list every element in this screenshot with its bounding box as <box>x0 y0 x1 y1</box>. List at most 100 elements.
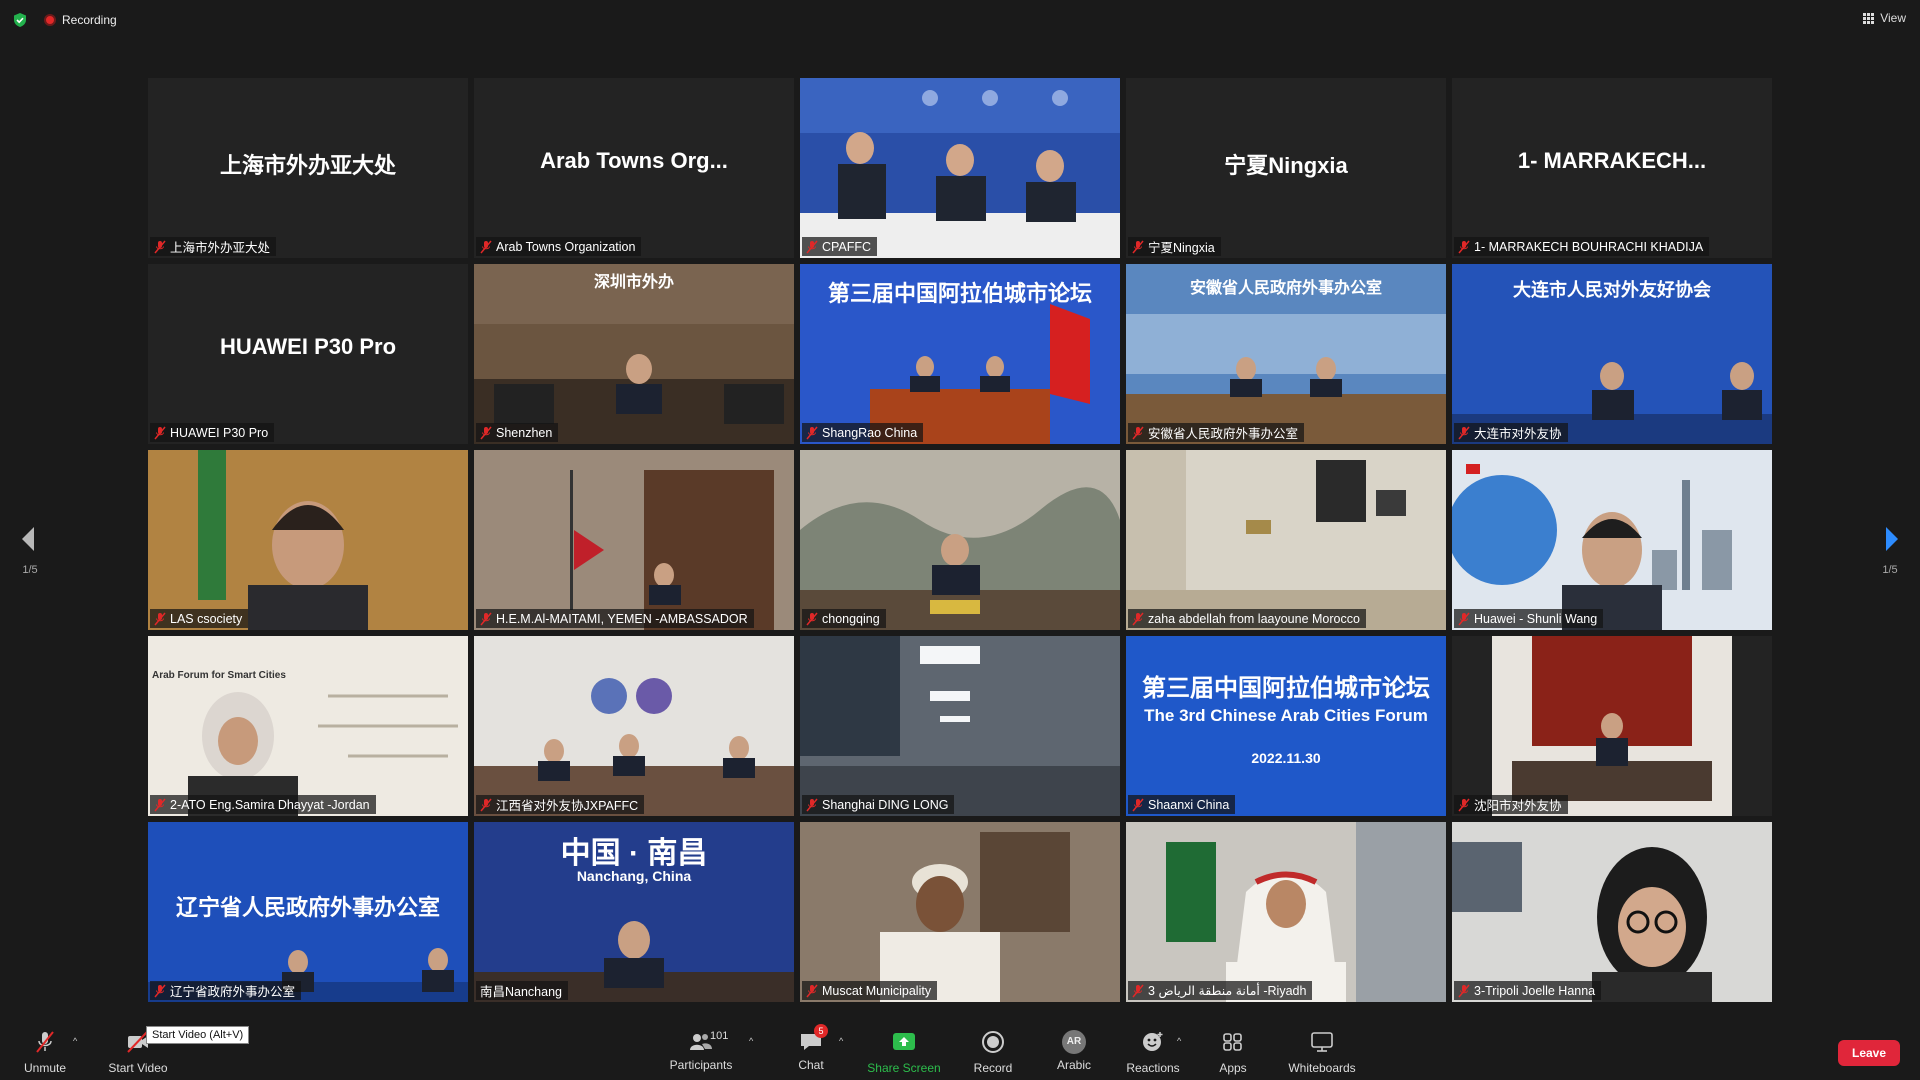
chat-options-caret-icon[interactable]: ^ <box>839 1036 843 1046</box>
participant-name: Shaanxi China <box>1148 797 1230 812</box>
video-banner-text: 深圳市外办 <box>593 274 674 291</box>
participant-label: H.E.M.Al-MAITAMI, YEMEN -AMBASSADOR <box>476 609 754 628</box>
smiley-reaction-icon <box>1143 1032 1163 1051</box>
next-page-arrow-icon[interactable] <box>1882 524 1902 554</box>
muted-mic-icon <box>1132 984 1144 997</box>
video-tile[interactable]: Arab Towns Org... Arab Towns Organizatio… <box>474 78 794 258</box>
video-feed-person <box>800 822 1120 1002</box>
participant-name: 安徽省人民政府外事办公室 <box>1148 427 1299 441</box>
recording-indicator[interactable]: Recording <box>44 12 117 28</box>
video-feed-office <box>474 450 794 630</box>
record-button[interactable]: Record <box>953 1030 1033 1075</box>
participant-label: 宁夏Ningxia <box>1128 237 1221 256</box>
apps-button[interactable]: Apps <box>1193 1030 1273 1075</box>
video-tile[interactable]: Shanghai DING LONG <box>800 636 1120 816</box>
video-feed-person-with-flag <box>1126 822 1446 1002</box>
previous-page-arrow-icon[interactable] <box>18 524 38 554</box>
encryption-shield-icon[interactable] <box>12 12 28 28</box>
video-feed-painting-backdrop <box>800 450 1120 630</box>
muted-mic-icon <box>806 426 818 439</box>
video-tile[interactable]: Huawei - Shunli Wang <box>1452 450 1772 630</box>
video-tile[interactable]: 1- MARRAKECH... 1- MARRAKECH BOUHRACHI K… <box>1452 78 1772 258</box>
top-bar: Recording View <box>0 0 1920 40</box>
muted-mic-icon <box>806 984 818 997</box>
muted-mic-icon <box>154 612 166 625</box>
video-banner-subtitle: The 3rd Chinese Arab Cities Forum <box>1144 706 1428 725</box>
share-screen-icon <box>893 1033 915 1050</box>
reactions-options-caret-icon[interactable]: ^ <box>1177 1036 1181 1046</box>
video-feed-office <box>1452 636 1772 816</box>
video-tile[interactable]: 3 أمانة منطقة الرياض -Riyadh <box>1126 822 1446 1002</box>
participant-name: 宁夏Ningxia <box>1148 241 1215 255</box>
video-tile[interactable]: HUAWEI P30 Pro HUAWEI P30 Pro <box>148 264 468 444</box>
participant-label: 3-Tripoli Joelle Hanna <box>1454 981 1602 1000</box>
record-icon <box>982 1031 1004 1053</box>
video-tile[interactable]: 江西省对外友协JXPAFFC <box>474 636 794 816</box>
participant-name: Arab Towns Organization <box>496 239 636 254</box>
muted-mic-icon <box>154 426 166 439</box>
video-tile[interactable]: Arab Forum for Smart Cities 2-ATO Eng.Sa… <box>148 636 468 816</box>
apps-label: Apps <box>1219 1061 1247 1075</box>
video-tile[interactable]: chongqing <box>800 450 1120 630</box>
video-grid: 上海市外办亚大处 上海市外办亚大处 Arab Towns Org... Arab… <box>148 78 1772 1002</box>
video-tile[interactable]: 第三届中国阿拉伯城市论坛 The 3rd Chinese Arab Cities… <box>1126 636 1446 816</box>
video-tile[interactable]: 第三届中国阿拉伯城市论坛 ShangRao China <box>800 264 1120 444</box>
language-interpretation-button[interactable]: AR Arabic <box>1034 1030 1114 1072</box>
chat-icon-wrap: 5 <box>798 1024 828 1054</box>
video-tile[interactable]: H.E.M.Al-MAITAMI, YEMEN -AMBASSADOR <box>474 450 794 630</box>
participant-name: 1- MARRAKECH BOUHRACHI KHADIJA <box>1474 239 1704 254</box>
participant-label: 江西省对外友协JXPAFFC <box>476 795 645 814</box>
participant-name: Shenzhen <box>496 425 553 440</box>
video-tile[interactable]: 安徽省人民政府外事办公室 安徽省人民政府外事办公室 <box>1126 264 1446 444</box>
participant-name: LAS csociety <box>170 611 243 626</box>
participant-label: Shanghai DING LONG <box>802 795 955 814</box>
participants-button[interactable]: 101 Participants <box>661 1030 741 1072</box>
participant-name: zaha abdellah from laayoune Morocco <box>1148 611 1360 626</box>
whiteboards-label: Whiteboards <box>1288 1061 1356 1075</box>
participant-label: 南昌Nanchang <box>476 981 568 1000</box>
video-banner-date: 2022.11.30 <box>1251 750 1321 766</box>
participant-label: HUAWEI P30 Pro <box>150 423 275 442</box>
leave-button[interactable]: Leave <box>1838 1040 1900 1066</box>
language-badge: AR <box>1066 1036 1082 1047</box>
video-tile[interactable]: 3-Tripoli Joelle Hanna <box>1452 822 1772 1002</box>
video-tile[interactable]: 宁夏Ningxia 宁夏Ningxia <box>1126 78 1446 258</box>
participant-name: HUAWEI P30 Pro <box>170 425 269 440</box>
record-label: Record <box>973 1061 1013 1075</box>
participants-options-caret-icon[interactable]: ^ <box>749 1036 753 1046</box>
participant-name: ShangRao China <box>822 425 918 440</box>
video-tile-active-speaker[interactable]: 中国 · 南昌 Nanchang, China 南昌Nanchang <box>474 822 794 1002</box>
video-banner-title: 第三届中国阿拉伯城市论坛 <box>1142 675 1430 702</box>
video-tile[interactable]: 沈阳市对外友协 <box>1452 636 1772 816</box>
video-tile[interactable]: Muscat Municipality <box>800 822 1120 1002</box>
whiteboards-button[interactable]: Whiteboards <box>1282 1030 1362 1075</box>
participant-label: Shenzhen <box>476 423 559 442</box>
muted-mic-icon <box>806 798 818 811</box>
video-tile[interactable]: 辽宁省人民政府外事办公室 辽宁省政府外事办公室 <box>148 822 468 1002</box>
video-banner-text: 辽宁省人民政府外事办公室 <box>175 895 440 920</box>
participants-icon: 101 <box>688 1030 728 1054</box>
muted-microphone-icon <box>36 1031 54 1053</box>
video-feed-room-wall <box>1126 450 1446 630</box>
participant-label: Arab Towns Organization <box>476 237 642 256</box>
video-tile[interactable]: 上海市外办亚大处 上海市外办亚大处 <box>148 78 468 258</box>
participant-name: 南昌Nanchang <box>480 985 562 999</box>
video-banner-text: 安徽省人民政府外事办公室 <box>1189 280 1382 297</box>
participant-name: Huawei - Shunli Wang <box>1474 611 1598 626</box>
share-screen-button[interactable]: Share Screen <box>864 1030 944 1075</box>
video-tile[interactable]: LAS csociety <box>148 450 468 630</box>
video-tile[interactable]: 深圳市外办 Shenzhen <box>474 264 794 444</box>
participant-name-placeholder: Arab Towns Org... <box>540 148 728 173</box>
participant-label: 1- MARRAKECH BOUHRACHI KHADIJA <box>1454 237 1710 256</box>
video-tile[interactable]: CPAFFC <box>800 78 1120 258</box>
audio-options-caret-icon[interactable]: ^ <box>73 1036 77 1046</box>
video-banner-text: 大连市人民对外友好协会 <box>1513 280 1711 300</box>
video-tile[interactable]: zaha abdellah from laayoune Morocco <box>1126 450 1446 630</box>
muted-mic-icon <box>154 240 166 253</box>
view-button[interactable]: View <box>1863 11 1906 25</box>
share-screen-label: Share Screen <box>867 1061 941 1075</box>
participant-name: 3 أمانة منطقة الرياض -Riyadh <box>1148 984 1307 998</box>
participant-label: Shaanxi China <box>1128 795 1236 814</box>
video-tile[interactable]: 大连市人民对外友好协会 大连市对外友协 <box>1452 264 1772 444</box>
participant-label: 辽宁省政府外事办公室 <box>150 981 302 1000</box>
